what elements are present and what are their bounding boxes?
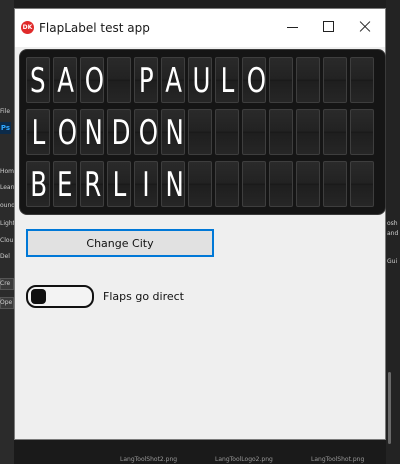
flap-character: U	[192, 61, 211, 101]
flap-character: N	[165, 113, 184, 153]
flap-cell	[296, 57, 320, 103]
flap-cell	[323, 57, 347, 103]
bg-right-text-3: Gui	[387, 258, 398, 265]
flap-cell: N	[161, 161, 185, 207]
flap-character: O	[57, 113, 77, 153]
flap-cell	[350, 57, 374, 103]
flap-cell: N	[161, 109, 185, 155]
flap-cell: O	[242, 57, 266, 103]
flap-cell: A	[53, 57, 77, 103]
flap-cell: L	[26, 109, 50, 155]
bg-nav-light: Light	[0, 220, 15, 227]
flap-character: A	[57, 61, 75, 101]
bg-file-3: LangToolShot.png	[311, 456, 365, 463]
bg-right-text-1: osh	[387, 220, 398, 227]
flap-cell	[188, 161, 212, 207]
flap-cell	[323, 161, 347, 207]
flap-cell	[350, 109, 374, 155]
flap-character: R	[84, 165, 102, 205]
flap-cell: D	[107, 109, 131, 155]
flap-character: N	[165, 165, 184, 205]
change-city-button[interactable]: Change City	[26, 229, 214, 257]
flap-cell: R	[80, 161, 104, 207]
flap-character: N	[84, 113, 103, 153]
flap-character: I	[142, 165, 150, 205]
flap-character: L	[31, 113, 45, 153]
background-scrollbar	[388, 372, 391, 444]
flap-character: O	[138, 113, 158, 153]
flap-cell	[296, 161, 320, 207]
flap-cell	[269, 109, 293, 155]
flap-character: E	[57, 165, 73, 205]
flap-cell	[215, 109, 239, 155]
flap-character: O	[246, 61, 266, 101]
flap-character: L	[220, 61, 234, 101]
bg-file-1: LangToolShot2.png	[120, 456, 178, 463]
bg-menu-file: File	[0, 108, 11, 115]
flap-cell: O	[80, 57, 104, 103]
flap-character: O	[84, 61, 104, 101]
app-logo-icon: DK	[21, 21, 34, 34]
bg-nav-ound: ound	[0, 202, 16, 209]
flap-character: A	[165, 61, 183, 101]
flaps-go-direct-toggle[interactable]	[26, 285, 94, 308]
flap-cell: O	[53, 109, 77, 155]
window-title: FlapLabel test app	[39, 21, 150, 35]
flap-cell	[188, 109, 212, 155]
flap-cell	[296, 109, 320, 155]
bg-file-2: LangToolLogo2.png	[215, 456, 273, 463]
background-left-panel	[0, 0, 14, 464]
flap-cell	[323, 109, 347, 155]
flap-cell	[107, 57, 131, 103]
flap-cell: P	[134, 57, 158, 103]
flap-cell: B	[26, 161, 50, 207]
bg-right-text-2: and	[387, 230, 399, 237]
flap-character: D	[111, 113, 131, 153]
bg-create-label: Cre	[0, 280, 11, 287]
flap-cell: I	[134, 161, 158, 207]
bg-nav-cloud: Clou	[0, 237, 14, 244]
flap-cell	[269, 57, 293, 103]
flap-character: B	[30, 165, 48, 205]
maximize-button[interactable]	[315, 17, 341, 37]
title-bar[interactable]: DK FlapLabel test app	[15, 9, 385, 47]
bg-open-label: Ope	[0, 299, 13, 306]
flap-cell	[350, 161, 374, 207]
flap-cell: U	[188, 57, 212, 103]
flap-cell	[215, 161, 239, 207]
flap-cell: O	[134, 109, 158, 155]
flap-board: SAO PAULOLONDONBERLIN	[19, 49, 386, 215]
flap-character: P	[138, 61, 154, 101]
flap-cell	[269, 161, 293, 207]
flap-cell	[242, 109, 266, 155]
toggle-knob	[31, 289, 46, 304]
flap-cell: L	[215, 57, 239, 103]
flap-cell: S	[26, 57, 50, 103]
minimize-button[interactable]	[279, 17, 305, 37]
bg-nav-deleted: Del	[0, 253, 10, 260]
flaps-go-direct-label: Flaps go direct	[103, 290, 184, 303]
app-window: DK FlapLabel test app SAO PAULOLONDONBER…	[14, 8, 386, 440]
flap-character: L	[112, 165, 126, 205]
bg-nav-home: Hom	[0, 168, 15, 175]
flap-cell: L	[107, 161, 131, 207]
flap-cell	[242, 161, 266, 207]
flap-cell: A	[161, 57, 185, 103]
photoshop-icon: Ps	[0, 122, 11, 134]
flap-cell: E	[53, 161, 77, 207]
flap-cell: N	[80, 109, 104, 155]
close-button[interactable]	[353, 17, 379, 37]
flap-character: S	[30, 61, 46, 101]
